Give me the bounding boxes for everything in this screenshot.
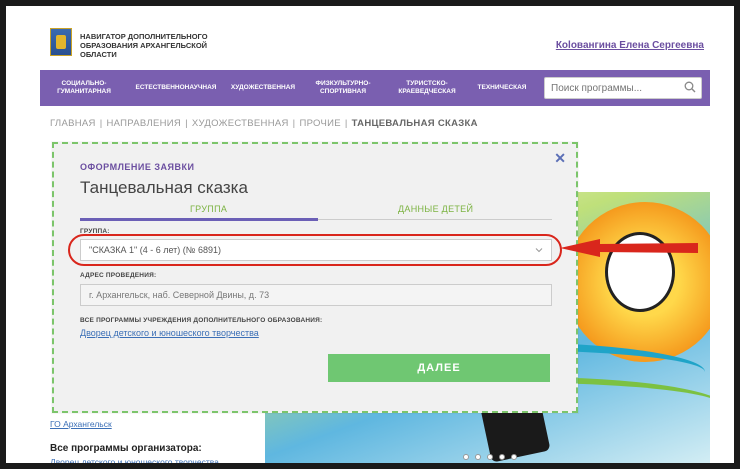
tab-children-data[interactable]: ДАННЫЕ ДЕТЕЙ (398, 204, 473, 214)
nav-item-technical[interactable]: ТЕХНИЧЕСКАЯ (470, 70, 534, 106)
nav-item-science[interactable]: ЕСТЕСТВЕННОНАУЧНАЯ (128, 70, 224, 106)
carousel-dot[interactable] (463, 454, 469, 460)
organizer-link[interactable]: Дворец детского и юношеского творчества (50, 457, 219, 463)
breadcrumb: ГЛАВНАЯ | НАПРАВЛЕНИЯ | ХУДОЖЕСТВЕННАЯ | ПРОЧИ… (50, 118, 478, 129)
active-tab-indicator (80, 218, 318, 221)
next-button[interactable]: ДАЛЕЕ (328, 354, 550, 382)
coat-of-arms-logo[interactable] (50, 28, 72, 56)
application-modal: ✕ ОФОРМЛЕНИЕ ЗАЯВКИ Танцевальная сказка … (52, 142, 578, 413)
carousel-dot[interactable] (511, 454, 517, 460)
site-brand[interactable]: НАВИГАТОР ДОПОЛНИТЕЛЬНОГО ОБРАЗОВАНИЯ АР… (80, 32, 230, 59)
breadcrumb-home[interactable]: ГЛАВНАЯ (50, 118, 96, 129)
modal-title: Танцевальная сказка (80, 178, 248, 197)
highlight-annotation-ring (68, 234, 562, 266)
address-field: г. Архангельск, наб. Северной Двины, д. … (80, 284, 552, 306)
tab-divider (318, 219, 552, 220)
carousel-dots (463, 454, 517, 460)
tab-group[interactable]: ГРУППА (190, 204, 227, 214)
search-icon[interactable] (684, 81, 696, 93)
breadcrumb-directions[interactable]: НАПРАВЛЕНИЯ (106, 118, 181, 129)
carousel-dot[interactable] (475, 454, 481, 460)
breadcrumb-other[interactable]: ПРОЧИЕ (299, 118, 340, 129)
institution-programs-link[interactable]: Дворец детского и юношеского творчества (80, 328, 259, 338)
search-input[interactable] (544, 77, 702, 99)
nav-item-art[interactable]: ХУДОЖЕСТВЕННАЯ (224, 70, 302, 106)
red-arrow-annotation (560, 239, 698, 257)
close-icon[interactable]: ✕ (554, 150, 566, 167)
municipality-link[interactable]: ГО Архангельск (50, 419, 112, 429)
breadcrumb-current: ТАНЦЕВАЛЬНАЯ СКАЗКА (351, 118, 478, 129)
programs-label: ВСЕ ПРОГРАММЫ УЧРЕЖДЕНИЯ ДОПОЛНИТЕЛЬНОГО… (80, 317, 323, 324)
address-field-label: АДРЕС ПРОВЕДЕНИЯ: (80, 272, 157, 279)
screenshot-frame: НАВИГАТОР ДОПОЛНИТЕЛЬНОГО ОБРАЗОВАНИЯ АР… (0, 0, 740, 469)
nav-item-sport[interactable]: ФИЗКУЛЬТУРНО-СПОРТИВНАЯ (302, 70, 384, 106)
user-name-link[interactable]: Кolовангина Елена Сергеевна (556, 40, 704, 51)
modal-section-label: ОФОРМЛЕНИЕ ЗАЯВКИ (80, 162, 195, 172)
carousel-dot[interactable] (499, 454, 505, 460)
direction-nav: СОЦИАЛЬНО-ГУМАНИТАРНАЯ ЕСТЕСТВЕННОНАУЧНА… (40, 70, 710, 106)
nav-item-tourism[interactable]: ТУРИСТСКО-КРАЕВЕДЧЕСКАЯ (384, 70, 470, 106)
nav-item-social[interactable]: СОЦИАЛЬНО-ГУМАНИТАРНАЯ (40, 70, 128, 106)
breadcrumb-art[interactable]: ХУДОЖЕСТВЕННАЯ (192, 118, 289, 129)
organizer-heading: Все программы организатора: (50, 443, 202, 454)
site-header: НАВИГАТОР ДОПОЛНИТЕЛЬНОГО ОБРАЗОВАНИЯ АР… (40, 12, 710, 70)
carousel-dot[interactable] (487, 454, 493, 460)
